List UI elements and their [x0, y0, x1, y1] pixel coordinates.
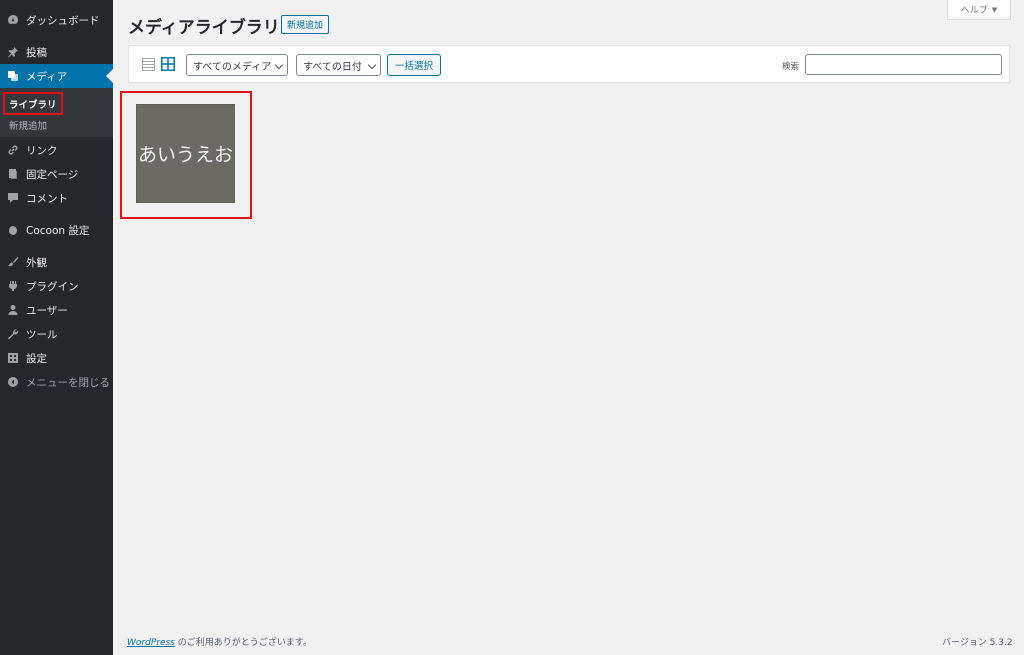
page-icon — [7, 168, 19, 180]
sidebar-item-label: 投稿 — [26, 46, 47, 59]
media-toolbar: すべてのメディア すべての日付 一括選択 検索 — [128, 45, 1010, 83]
add-new-button[interactable]: 新規追加 — [281, 15, 330, 34]
media-type-filter-value: すべてのメディア — [193, 61, 272, 73]
sidebar-item-label: Cocoon 設定 — [26, 224, 90, 237]
bulk-select-button[interactable]: 一括選択 — [387, 54, 442, 76]
comment-icon — [7, 192, 19, 204]
search-input[interactable] — [805, 54, 1002, 75]
sidebar-item-label: 設定 — [26, 352, 47, 365]
chevron-down-icon — [274, 60, 284, 70]
admin-sidebar: ダッシュボード 投稿 メディア ライブラリ 新規追加 リンク 固定ページ コメン… — [0, 0, 113, 655]
sidebar-item-media[interactable]: メディア — [0, 64, 113, 88]
sidebar-item-dashboard[interactable]: ダッシュボード — [0, 8, 113, 32]
sidebar-item-plugins[interactable]: プラグイン — [0, 274, 113, 298]
caret-down-icon: ▼ — [991, 5, 998, 14]
page-title: メディアライブラリ — [128, 18, 280, 38]
grid-view-icon[interactable] — [161, 57, 175, 71]
footer-thanks-text: のご利用ありがとうございます。 — [174, 638, 312, 648]
sidebar-item-label: ツール — [26, 328, 58, 341]
submenu-item-add-new[interactable]: 新規追加 — [9, 118, 47, 132]
sidebar-item-cocoon-settings[interactable]: Cocoon 設定 — [0, 218, 113, 242]
sidebar-item-appearance[interactable]: 外観 — [0, 250, 113, 274]
sidebar-item-posts[interactable]: 投稿 — [0, 40, 113, 64]
sidebar-item-tools[interactable]: ツール — [0, 322, 113, 346]
library-highlight-box — [3, 92, 63, 115]
sidebar-item-label: コメント — [26, 192, 68, 205]
attachment-image-text: あいうえお — [137, 144, 233, 166]
search-label: 検索 — [782, 62, 800, 72]
link-icon — [7, 144, 19, 156]
sidebar-item-pages[interactable]: 固定ページ — [0, 162, 113, 186]
media-type-filter[interactable]: すべてのメディア — [186, 54, 288, 76]
brush-icon — [7, 256, 19, 268]
collapse-icon — [7, 376, 19, 388]
chevron-down-icon — [367, 60, 377, 70]
footer-version: バージョン 5.3.2 — [942, 638, 1013, 648]
footer-thanks: WordPress のご利用ありがとうございます。 — [127, 635, 312, 648]
sidebar-item-comments[interactable]: コメント — [0, 186, 113, 210]
help-tab-button[interactable]: ヘルプ ▼ — [947, 0, 1011, 20]
dashboard-icon — [7, 14, 19, 26]
pin-icon — [7, 46, 19, 58]
sidebar-item-label: リンク — [26, 144, 58, 157]
help-label: ヘルプ — [960, 6, 988, 16]
sidebar-item-label: 外観 — [26, 256, 47, 269]
plugin-icon — [7, 280, 19, 292]
user-icon — [7, 304, 19, 316]
list-view-icon[interactable] — [142, 58, 155, 71]
sidebar-item-label: ユーザー — [26, 304, 68, 317]
media-icon — [7, 70, 19, 82]
collapse-menu-button[interactable]: メニューを閉じる — [0, 370, 113, 394]
date-filter[interactable]: すべての日付 — [296, 54, 381, 76]
settings-icon — [7, 352, 19, 364]
sidebar-item-users[interactable]: ユーザー — [0, 298, 113, 322]
sidebar-item-label: メディア — [26, 70, 68, 83]
attachment-thumbnail[interactable]: あいうえお — [136, 104, 235, 203]
sidebar-item-label: 固定ページ — [26, 168, 79, 181]
sidebar-item-links[interactable]: リンク — [0, 138, 113, 162]
wordpress-link[interactable]: WordPress — [127, 638, 175, 648]
wrench-icon — [7, 328, 19, 340]
sidebar-item-label: メニューを閉じる — [26, 376, 110, 389]
cocoon-icon — [7, 224, 19, 236]
sidebar-item-label: プラグイン — [26, 280, 79, 293]
sidebar-item-label: ダッシュボード — [26, 14, 100, 27]
sidebar-item-settings[interactable]: 設定 — [0, 346, 113, 370]
date-filter-value: すべての日付 — [303, 61, 362, 73]
